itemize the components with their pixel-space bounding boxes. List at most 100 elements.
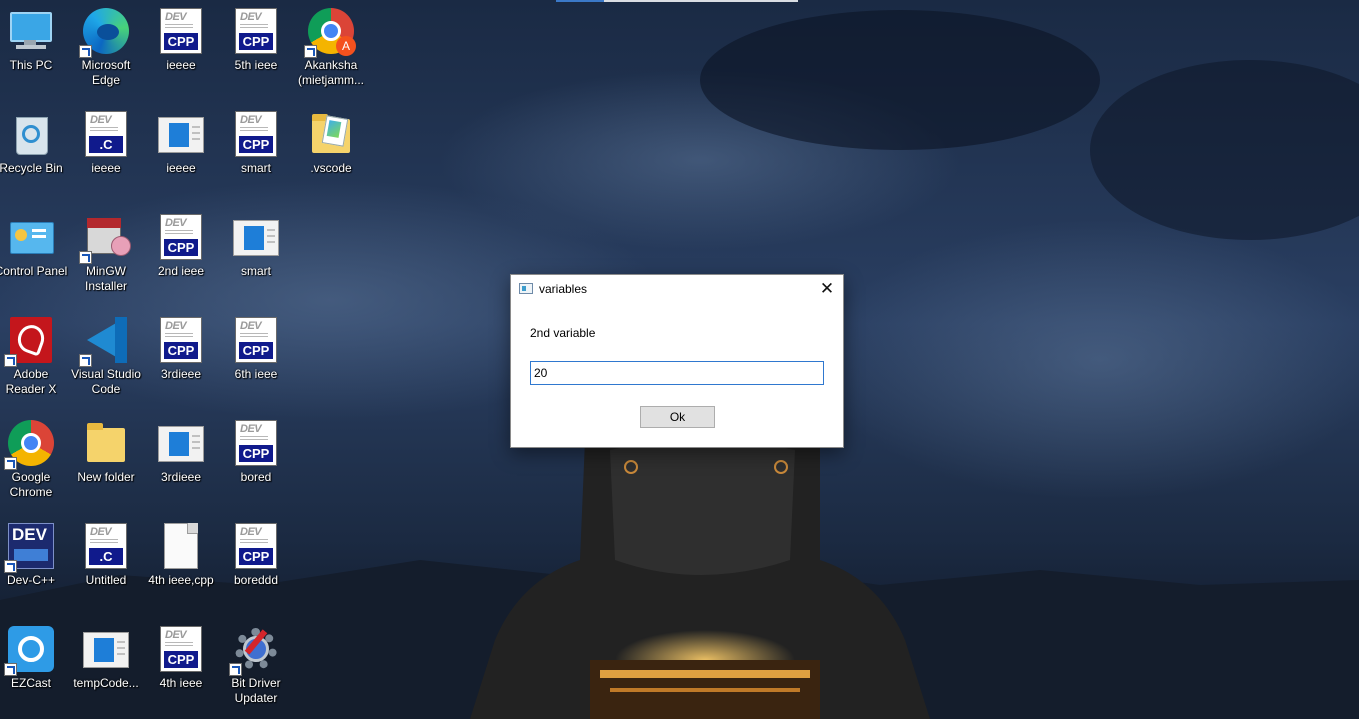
blue-sheet-file-icon <box>156 418 206 468</box>
recycle-bin-icon <box>6 109 56 159</box>
desktop-icon-tempcode[interactable]: tempCode... <box>69 618 143 718</box>
variable-input[interactable] <box>530 361 824 385</box>
blank-document-icon <box>156 521 206 571</box>
desktop-icon-ieeee-sheet[interactable]: ieeee <box>144 103 218 203</box>
window-app-icon <box>519 283 533 294</box>
variables-dialog: variables ✕ 2nd variable Ok <box>510 274 844 448</box>
desktop-icon-label: smart <box>241 264 271 278</box>
folder-icon <box>81 418 131 468</box>
desktop-icon-bit-driver-updater[interactable]: Bit Driver Updater <box>219 618 293 718</box>
shortcut-arrow-icon <box>4 457 17 470</box>
desktop-icon-ieeee-c[interactable]: DEV .C ieeee <box>69 103 143 203</box>
desktop-icon-vscode-folder[interactable]: .vscode <box>294 103 368 203</box>
dialog-title: variables <box>539 282 588 296</box>
chrome-icon <box>4 418 56 470</box>
desktop-icon-label: Bit Driver Updater <box>231 676 281 705</box>
cpp-file-icon: DEV CPP <box>231 6 281 56</box>
adobe-reader-icon <box>4 315 56 367</box>
desktop-icon-6th-ieee[interactable]: DEV CPP 6th ieee <box>219 309 293 409</box>
desktop-icon-new-folder[interactable]: New folder <box>69 412 143 512</box>
desktop-icon-recycle-bin[interactable]: Recycle Bin <box>0 103 68 203</box>
desktop-icon-label: ieeee <box>91 161 121 175</box>
desktop-icon-control-panel[interactable]: Control Panel <box>0 206 68 306</box>
gear-icon <box>229 624 281 676</box>
desktop-icon-dev-cpp[interactable]: DEV Dev-C++ <box>0 515 68 615</box>
blue-sheet-file-icon <box>231 212 281 262</box>
computer-icon <box>6 6 56 56</box>
ezcast-icon <box>4 624 56 676</box>
desktop-icon-5th-ieee[interactable]: DEV CPP 5th ieee <box>219 0 293 100</box>
dev-cpp-icon: DEV <box>4 521 56 573</box>
desktop-icon-google-chrome[interactable]: Google Chrome <box>0 412 68 512</box>
cpp-file-icon: DEV CPP <box>156 6 206 56</box>
desktop-icon-label: Adobe Reader X <box>5 367 57 396</box>
blue-sheet-file-icon <box>81 624 131 674</box>
shortcut-arrow-icon <box>4 560 17 573</box>
desktop-icon-2nd-ieee[interactable]: DEV CPP 2nd ieee <box>144 206 218 306</box>
shortcut-arrow-icon <box>79 354 92 367</box>
dev-badge: DEV <box>12 525 47 544</box>
desktop-icon-label: Microsoft Edge <box>81 58 131 87</box>
control-panel-icon <box>6 212 56 262</box>
desktop-icon-label: Dev-C++ <box>6 573 56 587</box>
cpp-file-icon: DEV CPP <box>231 521 281 571</box>
cpp-file-icon: DEV CPP <box>231 109 281 159</box>
desktop-icon-label: ieeee <box>166 161 196 175</box>
desktop-icon-4th-ieee-cpp-doc[interactable]: 4th ieee,cpp <box>144 515 218 615</box>
desktop-icon-bored[interactable]: DEV CPP bored <box>219 412 293 512</box>
shortcut-arrow-icon <box>304 45 317 58</box>
desktop-icon-akanksha-profile[interactable]: A Akanksha (mietjamm... <box>294 0 368 100</box>
desktop-icon-label: EZCast <box>10 676 51 690</box>
desktop-icon-label: 3rdieee <box>160 367 202 381</box>
desktop-icon-smart-sheet[interactable]: smart <box>219 206 293 306</box>
taskbar-window-segment <box>604 0 798 2</box>
shortcut-arrow-icon <box>4 354 17 367</box>
edge-icon <box>79 6 131 58</box>
shortcut-arrow-icon <box>79 251 92 264</box>
cpp-file-icon: DEV CPP <box>156 212 206 262</box>
desktop-icon-label: .vscode <box>310 161 352 175</box>
c-file-icon: DEV .C <box>81 109 131 159</box>
cpp-file-icon: DEV CPP <box>156 624 206 674</box>
desktop-icon-label: 2nd ieee <box>157 264 205 278</box>
cpp-file-icon: DEV CPP <box>231 315 281 365</box>
dialog-title-bar[interactable]: variables ✕ <box>511 275 843 303</box>
desktop-icon-visual-studio-code[interactable]: Visual Studio Code <box>69 309 143 409</box>
shortcut-arrow-icon <box>4 663 17 676</box>
close-icon[interactable]: ✕ <box>811 275 843 303</box>
desktop-icon-3rdieee-cpp[interactable]: DEV CPP 3rdieee <box>144 309 218 409</box>
desktop-icon-3rdieee-sheet[interactable]: 3rdieee <box>144 412 218 512</box>
dialog-prompt-label: 2nd variable <box>530 326 596 340</box>
mingw-installer-icon <box>79 212 131 264</box>
desktop-icon-boreddd[interactable]: DEV CPP boreddd <box>219 515 293 615</box>
desktop-icon-4th-ieee[interactable]: DEV CPP 4th ieee <box>144 618 218 718</box>
desktop-icon-ieeee-cpp[interactable]: DEV CPP ieeee <box>144 0 218 100</box>
desktop-icon-ezcast[interactable]: EZCast <box>0 618 68 718</box>
desktop-icon-smart-cpp[interactable]: DEV CPP smart <box>219 103 293 203</box>
desktop-icon-label: Google Chrome <box>9 470 53 499</box>
avatar: A <box>336 36 356 56</box>
desktop-icon-label: This PC <box>9 58 53 72</box>
desktop-icon-label: MinGW Installer <box>84 264 128 293</box>
desktop-icon-label: Untitled <box>85 573 127 587</box>
taskbar-progress-segment <box>556 0 604 2</box>
desktop-icon-label: boreddd <box>233 573 279 587</box>
desktop-icon-mingw-installer[interactable]: MinGW Installer <box>69 206 143 306</box>
desktop-icon-label: 5th ieee <box>234 58 278 72</box>
blue-sheet-file-icon <box>156 109 206 159</box>
desktop-icon-adobe-reader[interactable]: Adobe Reader X <box>0 309 68 409</box>
shortcut-arrow-icon <box>229 663 242 676</box>
desktop-icon-label: 4th ieee,cpp <box>148 573 214 587</box>
cpp-file-icon: DEV CPP <box>231 418 281 468</box>
desktop-icon-untitled[interactable]: DEV .C Untitled <box>69 515 143 615</box>
desktop-icon-label: 3rdieee <box>160 470 202 484</box>
desktop-icon-label: Akanksha (mietjamm... <box>298 58 364 87</box>
desktop-icon-label: bored <box>240 470 272 484</box>
desktop-icon-this-pc[interactable]: This PC <box>0 0 68 100</box>
shortcut-arrow-icon <box>79 45 92 58</box>
desktop-icon-label: Recycle Bin <box>0 161 63 175</box>
c-file-icon: DEV .C <box>81 521 131 571</box>
ok-button[interactable]: Ok <box>640 406 715 428</box>
desktop-icon-label: 6th ieee <box>234 367 278 381</box>
desktop-icon-microsoft-edge[interactable]: Microsoft Edge <box>69 0 143 100</box>
